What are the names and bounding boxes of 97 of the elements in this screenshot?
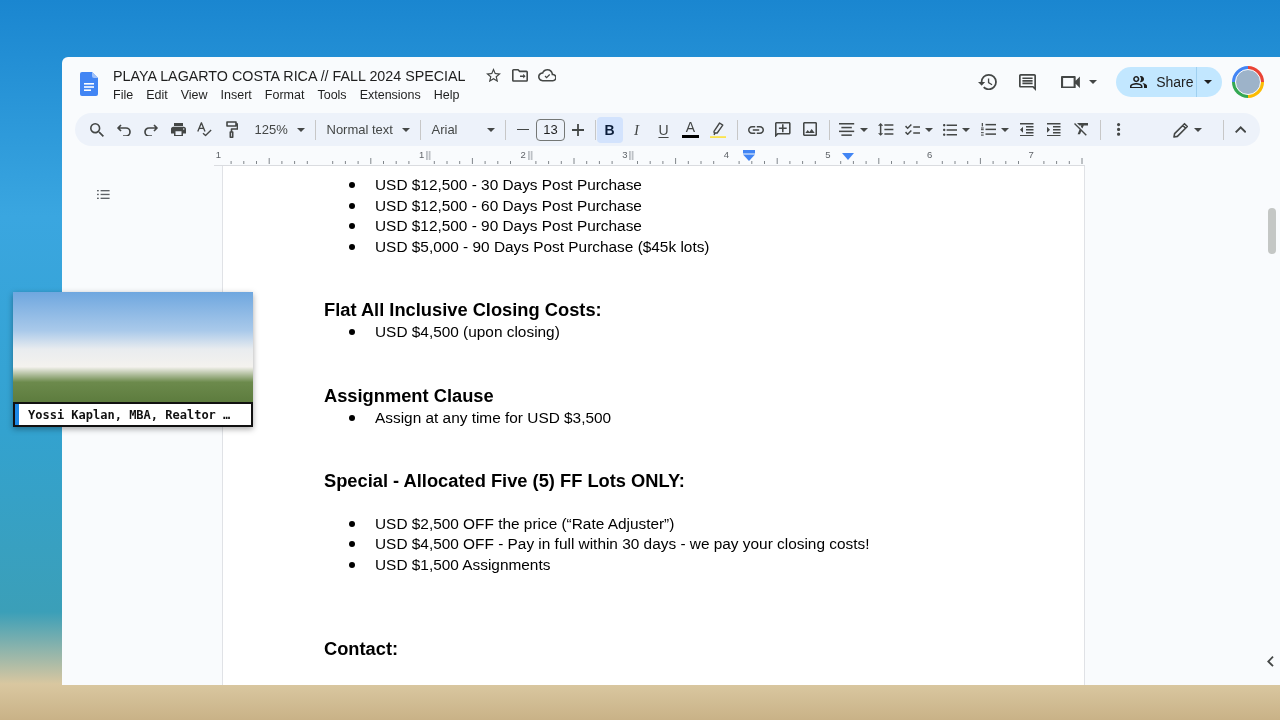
caret-icon[interactable] (924, 127, 933, 132)
zoom-dropdown[interactable]: 125% (248, 116, 310, 143)
folder-arrow-icon[interactable] (512, 69, 529, 82)
paragraph-style-dropdown[interactable]: Normal text (320, 116, 415, 143)
font-dropdown[interactable]: Arial (425, 116, 500, 143)
section-heading: Flat All Inclusive Closing Costs: (324, 298, 602, 322)
text-color-button[interactable]: A (677, 116, 704, 143)
menu-item[interactable]: File (107, 86, 140, 104)
add-comment-icon[interactable] (775, 121, 791, 138)
star-icon[interactable] (485, 68, 501, 83)
caret-icon (486, 127, 495, 132)
share-button[interactable]: Share (1116, 67, 1196, 97)
list-item-text: USD $2,500 OFF the price (“Rate Adjuster”) (375, 513, 675, 534)
print-icon[interactable] (170, 122, 186, 137)
bullet-icon (349, 520, 355, 527)
indent-marker-icon[interactable] (743, 150, 755, 161)
menu-item[interactable]: Insert (214, 86, 258, 104)
italic-button[interactable]: I (623, 116, 650, 143)
menu-item[interactable]: View (174, 86, 214, 104)
list-item-text: USD $12,500 - 30 Days Post Purchase (375, 175, 642, 195)
search-icon[interactable] (90, 122, 104, 137)
redo-icon[interactable] (144, 123, 158, 136)
chevron-left-icon[interactable] (1267, 656, 1274, 667)
line-spacing-icon[interactable] (878, 123, 894, 136)
list-item-text: USD $5,000 - 90 Days Post Purchase ($45k lots) (375, 236, 710, 257)
caret-icon[interactable] (859, 127, 868, 132)
caret-icon[interactable] (962, 127, 971, 132)
bullet-icon (349, 541, 355, 548)
people-icon (1130, 75, 1148, 89)
scrollbar-thumb[interactable] (1268, 208, 1276, 254)
bullet-icon (349, 243, 355, 250)
menu-item[interactable]: Tools (311, 86, 353, 104)
bullet-icon (349, 414, 355, 421)
bold-button[interactable]: B (596, 116, 623, 143)
chevron-up-icon[interactable] (1234, 126, 1247, 133)
highlighter-icon[interactable] (710, 120, 726, 139)
ruler-number: 5 (825, 149, 831, 160)
more-icon[interactable] (1117, 123, 1121, 136)
ruler-number: 4 (723, 149, 730, 160)
image-icon[interactable] (803, 122, 817, 137)
list-item-text: USD $4,500 OFF - Pay in full within 30 days - we pay your closing costs! (375, 534, 870, 554)
paint-roller-icon[interactable] (226, 121, 238, 138)
increase-indent-icon[interactable] (1047, 122, 1061, 137)
presenter-name-caption: Yossi Kaplan, MBA, Realtor … (13, 402, 253, 427)
list-item-text: USD $1,500 Assignments (375, 554, 551, 575)
account-avatar[interactable] (1232, 66, 1264, 98)
cloud-icon[interactable] (537, 69, 557, 82)
menu-item[interactable]: Help (427, 86, 466, 104)
ruler-number: 7 (1028, 149, 1034, 160)
list-item-text: USD $4,500 (upon closing) (375, 322, 560, 342)
bullet-icon (349, 329, 355, 336)
document-title[interactable]: PLAYA LAGARTO COSTA RICA // FALL 2024 SPECIAL (113, 67, 466, 84)
align-icon[interactable] (839, 122, 855, 137)
spellcheck-icon[interactable] (197, 122, 213, 137)
pencil-icon[interactable] (1172, 121, 1189, 138)
share-options-button[interactable] (1196, 67, 1222, 97)
indent-marker-icon[interactable] (842, 153, 854, 160)
ruler-number: 1 (215, 149, 222, 160)
caret-icon (296, 127, 305, 132)
list-item-text: USD $12,500 - 60 Days Post Purchase (375, 195, 642, 216)
list-icon[interactable] (97, 190, 110, 199)
underline-button[interactable]: U (650, 116, 677, 143)
numbered-list-icon[interactable] (980, 123, 996, 136)
bullet-icon (349, 182, 355, 189)
section-heading: Special - Allocated Five (5) FF Lots ONLY: (324, 469, 685, 493)
caret-icon (1203, 80, 1212, 84)
checklist-icon[interactable] (904, 123, 920, 136)
bullet-icon (349, 202, 355, 209)
history-icon[interactable] (978, 73, 998, 91)
caret-icon[interactable] (1000, 127, 1009, 132)
video-camera-icon[interactable] (1061, 75, 1080, 89)
ruler-number: 2 (520, 149, 526, 160)
minus-icon[interactable] (517, 128, 530, 131)
menu-item[interactable]: Edit (140, 86, 174, 104)
menu-item[interactable]: Extensions (353, 86, 427, 104)
comment-icon[interactable] (1019, 73, 1037, 91)
undo-icon[interactable] (117, 123, 131, 136)
font-size-field[interactable]: 13 (536, 118, 565, 141)
caret-icon (401, 127, 410, 132)
section-heading: Contact: (324, 636, 399, 661)
bullet-icon (349, 223, 355, 230)
caret-icon[interactable] (1089, 80, 1097, 84)
list-item-text: Assign at any time for USD $3,500 (375, 407, 612, 428)
decrease-indent-icon[interactable] (1020, 122, 1034, 137)
link-icon[interactable] (748, 125, 764, 134)
menu-item[interactable]: Format (258, 86, 311, 104)
bulleted-list-icon[interactable] (942, 123, 958, 136)
section-heading: Assignment Clause (324, 383, 494, 408)
ruler-number: 1 (418, 149, 425, 160)
ruler-number: 3 (622, 149, 628, 160)
ruler-number: 6 (926, 149, 933, 160)
list-item-text: USD $12,500 - 90 Days Post Purchase (375, 216, 642, 236)
clear-formatting-icon[interactable] (1073, 123, 1089, 136)
bullet-icon (349, 561, 355, 568)
caret-icon[interactable] (1193, 127, 1202, 132)
plus-icon[interactable] (571, 123, 584, 136)
document-icon[interactable] (80, 72, 98, 96)
